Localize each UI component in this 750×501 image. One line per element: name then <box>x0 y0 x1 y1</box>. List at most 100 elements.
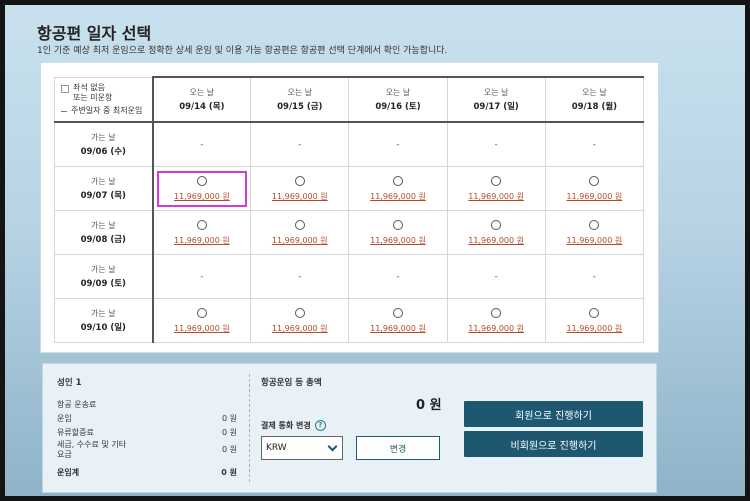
lowest-legend-icon <box>61 110 67 112</box>
fare-option-cell[interactable]: 11,969,000 원 <box>250 210 350 255</box>
fare-price-link[interactable]: 11,969,000 원 <box>448 235 545 246</box>
fare-option-cell[interactable]: 11,969,000 원 <box>544 298 645 343</box>
return-date-header: 오는 날 09/17 (일) <box>446 76 546 123</box>
fare-radio[interactable] <box>589 175 600 186</box>
passenger-count: 성인 1 <box>57 378 82 388</box>
unavailable-cell: - <box>250 121 350 167</box>
fare-radio[interactable] <box>491 219 502 230</box>
page-subtitle: 1인 기준 예상 최저 운임으로 정확한 상세 운임 및 이용 가능 항공편은 … <box>37 46 448 56</box>
fare-radio[interactable] <box>491 175 502 186</box>
fare-radio[interactable] <box>392 307 403 318</box>
unavailable-mark: - <box>494 271 498 282</box>
legend-cell: 좌석 없음 또는 미운항 주변일자 중 최저운임 <box>54 76 154 123</box>
currency-label-row: 결제 통화 변경 ? <box>261 420 326 431</box>
fare-option-cell[interactable]: 11,969,000 원 <box>151 166 252 211</box>
unavailable-legend-icon <box>61 84 69 93</box>
fare-price-link[interactable]: 11,969,000 원 <box>154 323 251 334</box>
fare-price-link[interactable]: 11,969,000 원 <box>251 191 348 202</box>
fare-total-value: 0 원 <box>221 467 237 477</box>
unavailable-mark: - <box>592 271 596 282</box>
grand-total-heading: 항공운임 등 총액 <box>261 378 322 388</box>
return-date-header: 오는 날 09/15 (금) <box>250 76 350 123</box>
fare-option-cell[interactable]: 11,969,000 원 <box>250 298 350 343</box>
fare-radio[interactable] <box>392 219 403 230</box>
fare-radio[interactable] <box>589 219 600 230</box>
return-date: 09/14 (목) <box>179 102 225 112</box>
fare-value: 0 원 <box>222 413 237 423</box>
fare-option-cell[interactable]: 11,969,000 원 <box>446 166 546 211</box>
fare-radio[interactable] <box>294 307 305 318</box>
fare-option-cell[interactable]: 11,969,000 원 <box>250 166 350 211</box>
fare-price-link[interactable]: 11,969,000 원 <box>251 323 348 334</box>
fare-option-cell[interactable]: 11,969,000 원 <box>544 210 645 255</box>
unavailable-cell: - <box>348 121 448 167</box>
fare-option-cell[interactable]: 11,969,000 원 <box>348 166 448 211</box>
fare-price-link[interactable]: 11,969,000 원 <box>349 323 446 334</box>
departure-date-header: 가는 날 09/09 (토) <box>54 254 154 299</box>
fare-option-cell[interactable]: 11,969,000 원 <box>348 298 448 343</box>
fare-label: 운임 <box>57 413 72 423</box>
fare-radio[interactable] <box>294 219 305 230</box>
return-date-header: 오는 날 09/14 (목) <box>151 76 252 123</box>
calendar-row: 가는 날 09/06 (수) - - - - - <box>54 121 645 167</box>
departure-date: 09/06 (수) <box>80 147 126 157</box>
fare-radio[interactable] <box>196 175 207 186</box>
fare-price-link[interactable]: 11,969,000 원 <box>251 235 348 246</box>
fare-radio[interactable] <box>294 175 305 186</box>
fare-price-link[interactable]: 11,969,000 원 <box>349 191 446 202</box>
fare-option-cell[interactable]: 11,969,000 원 <box>348 210 448 255</box>
summary-divider <box>249 374 250 482</box>
fare-price-link[interactable]: 11,969,000 원 <box>546 323 643 334</box>
help-icon[interactable]: ? <box>314 420 326 431</box>
return-date: 09/16 (토) <box>375 102 421 112</box>
departure-date-header: 가는 날 09/08 (금) <box>54 210 154 255</box>
departure-date-label: 가는 날 <box>90 265 116 274</box>
fare-radio[interactable] <box>196 219 207 230</box>
taxes-value: 0 원 <box>222 445 237 454</box>
guest-proceed-button[interactable]: 비회원으로 진행하기 <box>464 431 643 457</box>
departure-date-label: 가는 날 <box>90 133 116 142</box>
unavailable-cell: - <box>446 121 546 167</box>
fuel-surcharge-row: 유류할증료 0 원 <box>57 425 237 439</box>
fare-price-link[interactable]: 11,969,000 원 <box>154 191 251 202</box>
grand-total-section: 항공운임 등 총액 0 원 결제 통화 변경 ? KRW 변경 <box>261 376 442 460</box>
fare-price-link[interactable]: 11,969,000 원 <box>154 235 251 246</box>
return-date-label: 오는 날 <box>582 88 607 97</box>
fare-option-cell[interactable]: 11,969,000 원 <box>446 210 546 255</box>
page-frame: 항공편 일자 선택 1인 기준 예상 최저 운임으로 정확한 상세 운임 및 이… <box>5 5 745 496</box>
calendar-row: 가는 날 09/08 (금) 11,969,000 원 11,969,000 원 11,… <box>54 210 645 255</box>
fare-price-link[interactable]: 11,969,000 원 <box>349 235 446 246</box>
fare-option-cell[interactable]: 11,969,000 원 <box>151 298 252 343</box>
fare-price-link[interactable]: 11,969,000 원 <box>448 191 545 202</box>
fare-price-link[interactable]: 11,969,000 원 <box>448 323 545 334</box>
fare-price-link[interactable]: 11,969,000 원 <box>546 191 643 202</box>
summary-panel: 성인 1 항공 운송료 운임 0 원 유류할증료 0 원 세금, 수수료 및 기… <box>42 363 657 493</box>
return-date-label: 오는 날 <box>189 88 215 97</box>
fare-option-cell[interactable]: 11,969,000 원 <box>544 166 645 211</box>
fuel-surcharge-value: 0 원 <box>222 427 237 437</box>
return-date: 09/18 (월) <box>571 102 618 112</box>
fare-price-link[interactable]: 11,969,000 원 <box>546 235 643 246</box>
fare-radio[interactable] <box>392 175 403 186</box>
legend-unavailable: 좌석 없음 또는 미운항 <box>73 82 113 102</box>
change-currency-button[interactable]: 변경 <box>356 436 440 460</box>
unavailable-mark: - <box>200 271 204 282</box>
member-proceed-button[interactable]: 회원으로 진행하기 <box>464 401 643 427</box>
fare-radio[interactable] <box>491 307 502 318</box>
page-title: 항공편 일자 선택 <box>37 24 152 43</box>
currency-select[interactable]: KRW <box>261 436 343 460</box>
fare-option-cell[interactable]: 11,969,000 원 <box>151 210 252 255</box>
unavailable-mark: - <box>200 139 204 150</box>
departure-date: 09/10 (일) <box>80 323 126 333</box>
fare-option-cell[interactable]: 11,969,000 원 <box>446 298 546 343</box>
departure-date-label: 가는 날 <box>90 177 116 186</box>
departure-date-header: 가는 날 09/06 (수) <box>54 121 154 167</box>
fare-radio[interactable] <box>196 307 207 318</box>
fare-calendar-panel: 좌석 없음 또는 미운항 주변일자 중 최저운임 오는 날 09/14 (목) 오는… <box>40 62 659 353</box>
fare-breakdown: 성인 1 항공 운송료 운임 0 원 유류할증료 0 원 세금, 수수료 및 기… <box>57 376 237 479</box>
calendar-row: 가는 날 09/07 (목) 11,969,000 원 11,969,000 원 11,… <box>54 166 645 211</box>
calendar-row: 가는 날 09/09 (토) - - - - - <box>54 254 645 299</box>
fare-radio[interactable] <box>589 307 600 318</box>
fare-row: 운임 0 원 <box>57 411 237 425</box>
unavailable-cell: - <box>544 254 645 299</box>
